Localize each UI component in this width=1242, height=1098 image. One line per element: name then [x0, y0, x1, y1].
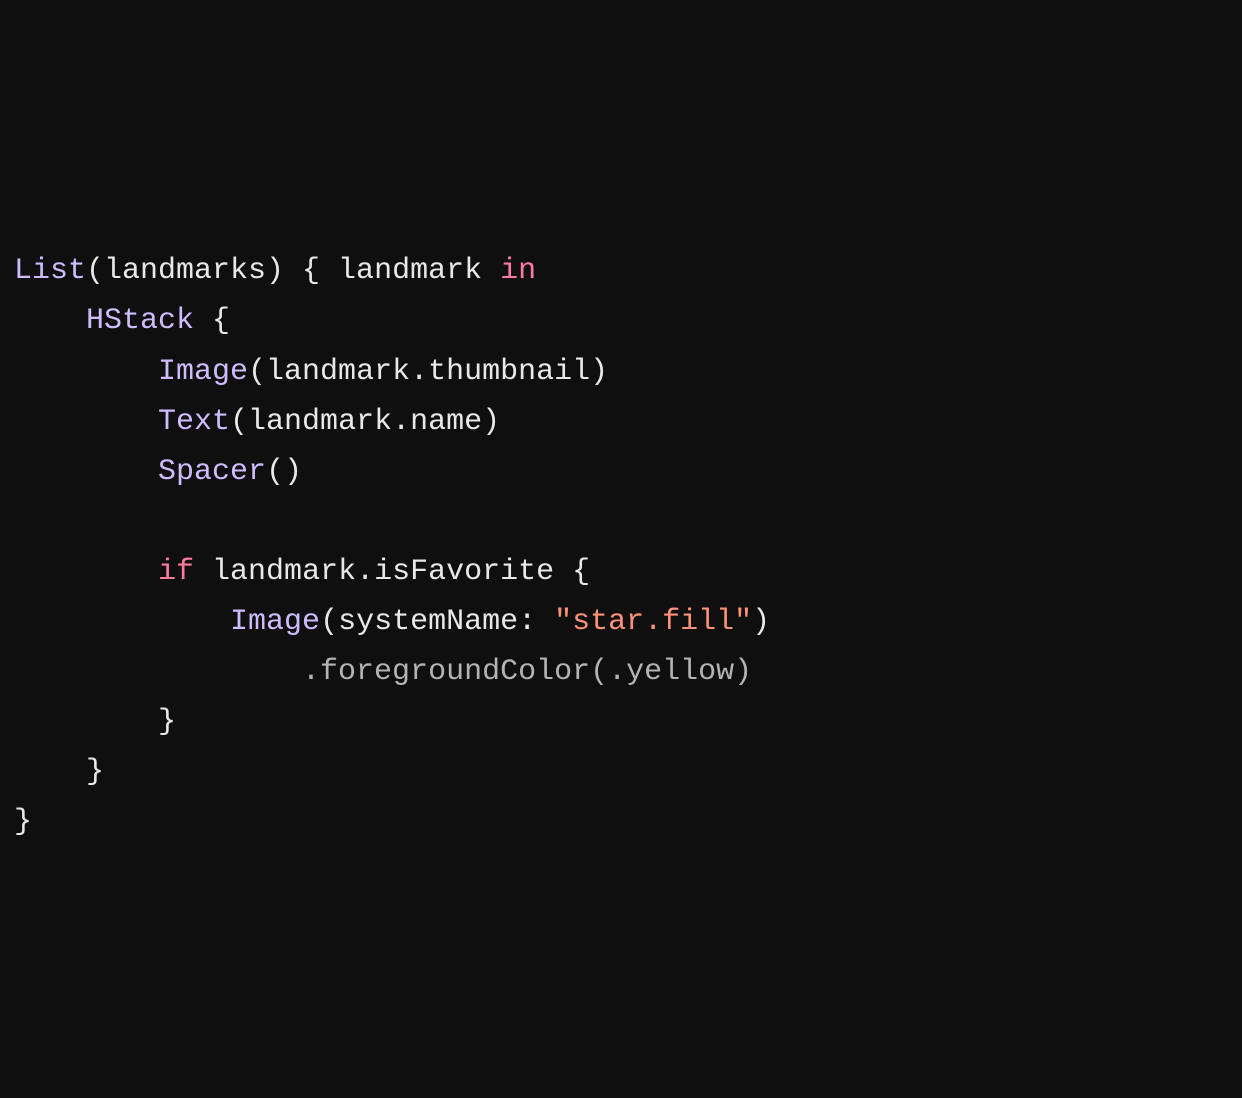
- code-token: }: [14, 805, 32, 839]
- type-token: Spacer: [158, 455, 266, 489]
- code-token: (): [266, 455, 302, 489]
- code-token: ): [752, 605, 770, 639]
- type-token: List: [14, 254, 86, 288]
- code-line: .foregroundColor(.yellow): [14, 655, 752, 689]
- indent-token: [14, 605, 230, 639]
- code-line: Image(systemName: "star.fill"): [14, 605, 770, 639]
- code-line: Image(landmark.thumbnail): [14, 355, 608, 389]
- code-token: (landmark.thumbnail): [248, 355, 608, 389]
- string-token: "star.fill": [554, 605, 752, 639]
- indent-token: [14, 405, 158, 439]
- code-line: HStack {: [14, 304, 230, 338]
- code-token: (systemName:: [320, 605, 554, 639]
- keyword-token: if: [158, 555, 194, 589]
- type-token: HStack: [86, 304, 194, 338]
- indent-token: [14, 304, 86, 338]
- type-token: Text: [158, 405, 230, 439]
- code-line: }: [14, 705, 176, 739]
- code-token: {: [194, 304, 230, 338]
- indent-token: [14, 555, 158, 589]
- code-line: }: [14, 755, 104, 789]
- indent-token: [14, 755, 86, 789]
- keyword-token: in: [500, 254, 536, 288]
- code-line: if landmark.isFavorite {: [14, 555, 590, 589]
- code-token: (landmarks) { landmark: [86, 254, 500, 288]
- code-snippet: List(landmarks) { landmark in HStack { I…: [14, 246, 1228, 847]
- type-token: Image: [230, 605, 320, 639]
- indent-token: [14, 705, 158, 739]
- code-line: List(landmarks) { landmark in: [14, 254, 536, 288]
- code-token: landmark.isFavorite {: [194, 555, 590, 589]
- code-token: }: [158, 705, 176, 739]
- type-token: Image: [158, 355, 248, 389]
- indent-token: [14, 355, 158, 389]
- indent-token: [14, 455, 158, 489]
- code-line: }: [14, 805, 32, 839]
- code-line: Text(landmark.name): [14, 405, 500, 439]
- code-token: }: [86, 755, 104, 789]
- code-token: .foregroundColor(.yellow): [302, 655, 752, 689]
- indent-token: [14, 655, 302, 689]
- code-line: Spacer(): [14, 455, 302, 489]
- code-token: (landmark.name): [230, 405, 500, 439]
